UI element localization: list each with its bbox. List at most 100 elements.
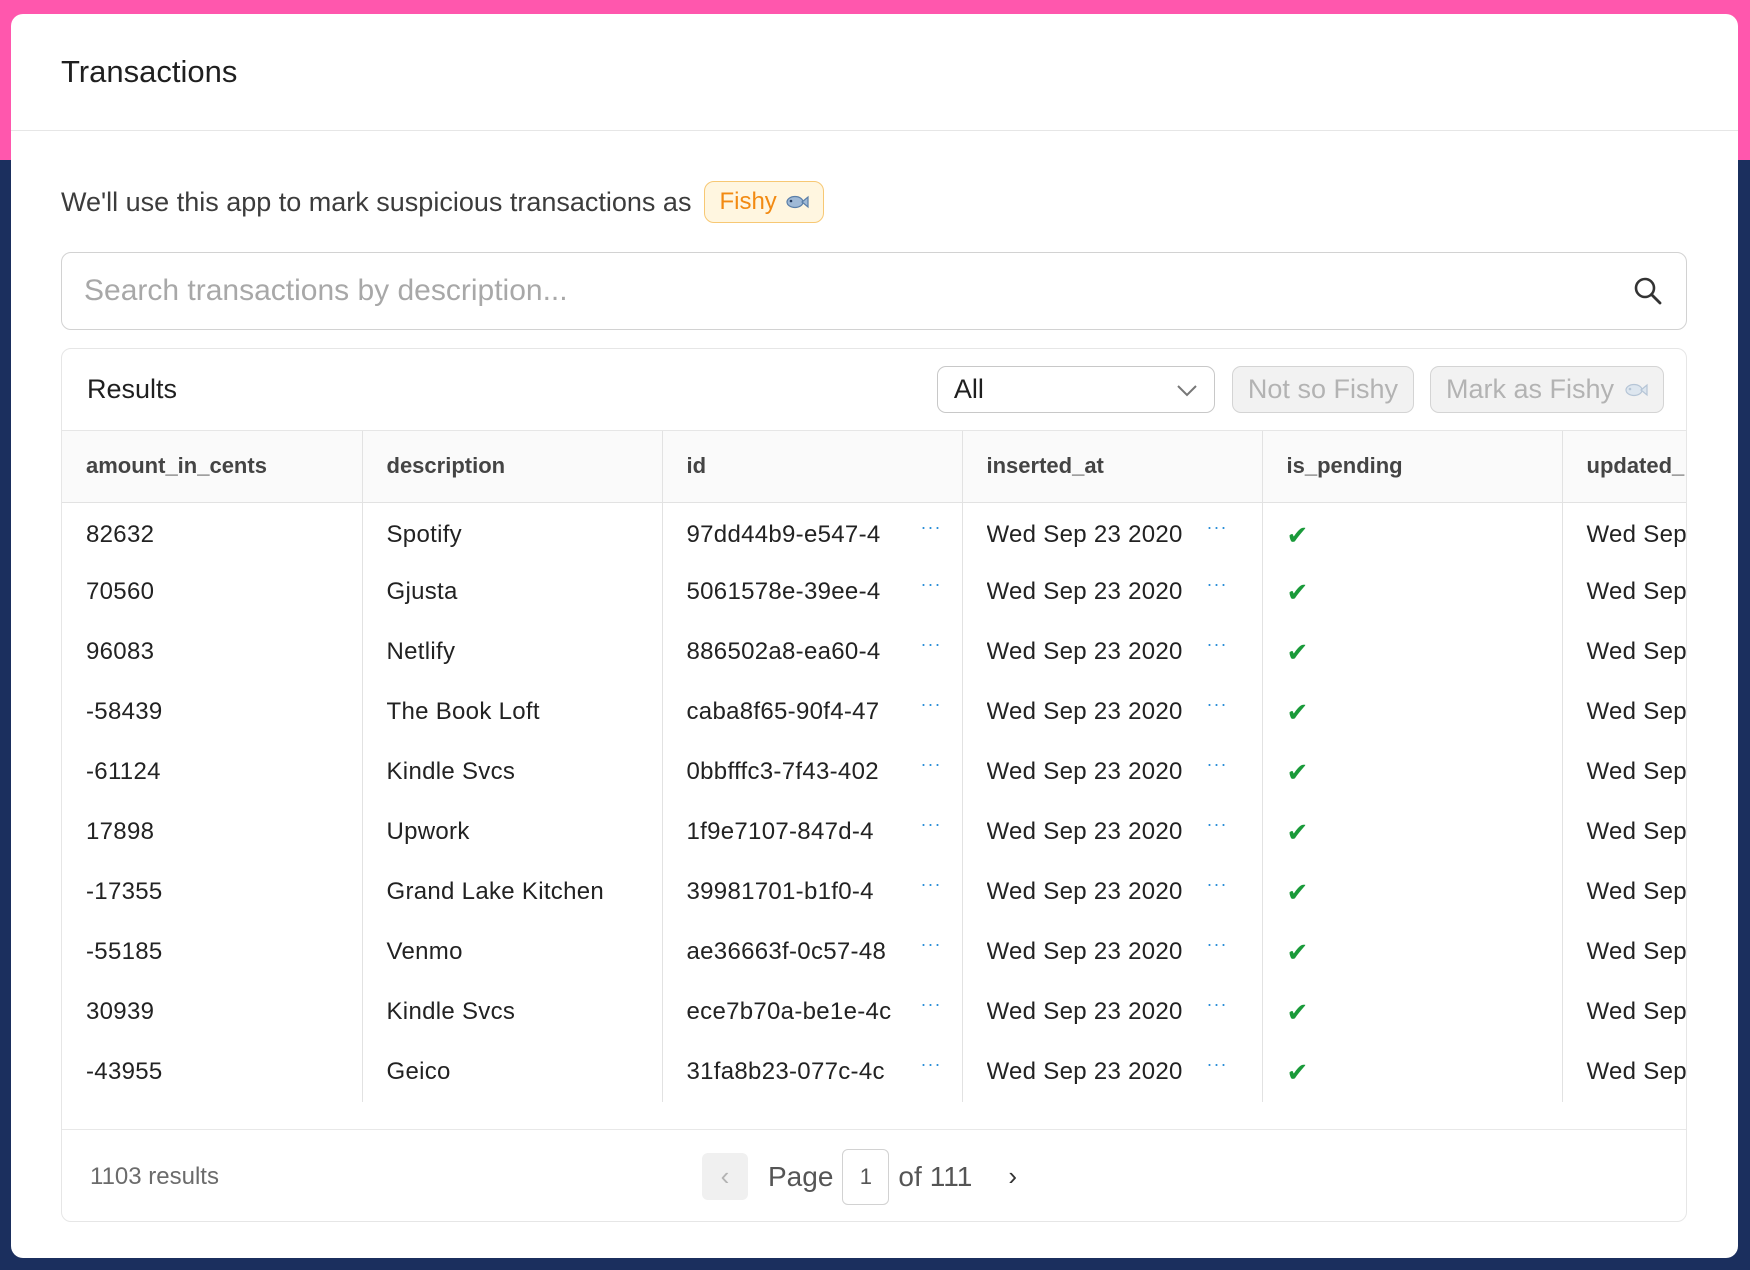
cell-amount: -61124 — [62, 742, 363, 802]
more-horizontal-icon[interactable]: ··· — [921, 694, 942, 715]
cell-inserted-at-value: Wed Sep 23 2020 — [986, 698, 1183, 725]
more-horizontal-icon[interactable]: ··· — [1207, 994, 1228, 1015]
cell-inserted-at: Wed Sep 23 2020 ··· — [962, 502, 1263, 562]
search-icon[interactable] — [1632, 275, 1664, 307]
cell-amount: 17898 — [62, 802, 363, 862]
cell-description: Upwork — [362, 802, 663, 862]
cell-description: Kindle Svcs — [362, 982, 663, 1042]
page-of-label: of — [898, 1160, 922, 1192]
column-header-description[interactable]: description — [362, 431, 663, 503]
column-header-amount[interactable]: amount_in_cents — [62, 431, 363, 503]
cell-id: 1f9e7107-847d-4 ··· — [662, 802, 963, 862]
search-input[interactable] — [84, 274, 1632, 308]
more-horizontal-icon[interactable]: ··· — [921, 517, 942, 538]
check-icon: ✔ — [1286, 636, 1309, 667]
cell-is-pending: ✔ — [1262, 802, 1563, 862]
cell-inserted-at-value: Wed Sep 23 2020 — [986, 578, 1183, 605]
chevron-down-icon — [1177, 384, 1197, 396]
cell-id: 0bbfffc3-7f43-402 ··· — [662, 742, 963, 802]
cell-description: Venmo — [362, 922, 663, 982]
more-horizontal-icon[interactable]: ··· — [1207, 754, 1228, 775]
fishy-badge-label: Fishy — [719, 188, 777, 215]
cell-amount: 30939 — [62, 982, 363, 1042]
table-row[interactable]: -17355 Grand Lake Kitchen 39981701-b1f0-4 ·… — [62, 862, 1686, 922]
cell-description: Spotify — [362, 502, 663, 562]
total-pages: 111 — [929, 1160, 973, 1192]
cell-inserted-at: Wed Sep 23 2020 ··· — [962, 1042, 1263, 1102]
cell-inserted-at: Wed Sep 23 2020 ··· — [962, 742, 1263, 802]
table-row[interactable]: -55185 Venmo ae36663f-0c57-48 ··· Wed Sep 23… — [62, 922, 1686, 982]
not-so-fishy-button[interactable]: Not so Fishy — [1231, 366, 1414, 413]
more-horizontal-icon[interactable]: ··· — [1207, 694, 1228, 715]
cell-is-pending: ✔ — [1262, 982, 1563, 1042]
page-label: Page — [768, 1160, 834, 1192]
status-filter-value: All — [953, 374, 984, 404]
table-row[interactable]: -61124 Kindle Svcs 0bbfffc3-7f43-402 ··· Wed… — [62, 742, 1686, 802]
more-horizontal-icon[interactable]: ··· — [921, 574, 942, 595]
cell-id-value: ae36663f-0c57-48 — [686, 938, 887, 965]
cell-description: Kindle Svcs — [362, 742, 663, 802]
cell-updated-at: Wed Sep — [1586, 698, 1687, 725]
pagination: ‹ Page 1 of 111 › — [702, 1148, 1017, 1205]
status-filter-select[interactable]: All — [936, 366, 1215, 413]
more-horizontal-icon[interactable]: ··· — [921, 634, 942, 655]
more-horizontal-icon[interactable]: ··· — [921, 1054, 942, 1075]
more-horizontal-icon[interactable]: ··· — [1207, 934, 1228, 955]
cell-inserted-at-value: Wed Sep 23 2020 — [986, 878, 1183, 905]
more-horizontal-icon[interactable]: ··· — [921, 934, 942, 955]
cell-is-pending: ✔ — [1262, 1042, 1563, 1102]
table-row[interactable]: 96083 Netlify 886502a8-ea60-4 ··· Wed Sep 23… — [62, 622, 1686, 682]
cell-id-value: 31fa8b23-077c-4c — [686, 1058, 885, 1085]
more-horizontal-icon[interactable]: ··· — [921, 874, 942, 895]
table-row[interactable]: 70560 Gjusta 5061578e-39ee-4 ··· Wed Sep 23 … — [62, 562, 1686, 622]
table-row[interactable]: -43955 Geico 31fa8b23-077c-4c ··· Wed Sep 23… — [62, 1042, 1686, 1102]
more-horizontal-icon[interactable]: ··· — [921, 994, 942, 1015]
cell-id: 39981701-b1f0-4 ··· — [662, 862, 963, 922]
cell-id: 886502a8-ea60-4 ··· — [662, 622, 963, 682]
column-header-inserted-at[interactable]: inserted_at — [962, 431, 1263, 503]
column-header-id[interactable]: id — [662, 431, 963, 503]
page-number-input[interactable]: 1 — [842, 1148, 890, 1205]
cell-updated-at: Wed Sep — [1586, 818, 1687, 845]
cell-id-value: 1f9e7107-847d-4 — [686, 818, 874, 845]
cell-description: The Book Loft — [362, 682, 663, 742]
more-horizontal-icon[interactable]: ··· — [1207, 874, 1228, 895]
more-horizontal-icon[interactable]: ··· — [1207, 814, 1228, 835]
previous-page-button[interactable]: ‹ — [702, 1153, 748, 1200]
cell-is-pending: ✔ — [1262, 562, 1563, 622]
cell-inserted-at: Wed Sep 23 2020 ··· — [962, 922, 1263, 982]
more-horizontal-icon[interactable]: ··· — [1207, 634, 1228, 655]
cell-id: 5061578e-39ee-4 ··· — [662, 562, 963, 622]
cell-inserted-at-value: Wed Sep 23 2020 — [986, 938, 1183, 965]
cell-id: 97dd44b9-e547-4 ··· — [662, 502, 963, 562]
cell-updated-at: Wed Sep — [1586, 998, 1687, 1025]
table-row[interactable]: 82632 Spotify 97dd44b9-e547-4 ··· Wed Sep 23… — [62, 502, 1686, 562]
cell-id-value: 5061578e-39ee-4 — [686, 578, 881, 605]
more-horizontal-icon[interactable]: ··· — [921, 754, 942, 775]
cell-id: ece7b70a-be1e-4c ··· — [662, 982, 963, 1042]
cell-id-value: ece7b70a-be1e-4c — [686, 998, 892, 1025]
cell-updated-at: Wed Sep — [1586, 878, 1687, 905]
mark-as-fishy-button[interactable]: Mark as Fishy — [1429, 366, 1664, 413]
cell-id-value: 886502a8-ea60-4 — [686, 638, 881, 665]
cell-updated-at: Wed Sep — [1586, 938, 1687, 965]
cell-inserted-at: Wed Sep 23 2020 ··· — [962, 982, 1263, 1042]
cell-updated-at: Wed Sep — [1586, 521, 1687, 549]
more-horizontal-icon[interactable]: ··· — [1207, 517, 1228, 538]
table-row[interactable]: 30939 Kindle Svcs ece7b70a-be1e-4c ··· Wed S… — [62, 982, 1686, 1042]
more-horizontal-icon[interactable]: ··· — [1207, 1054, 1228, 1075]
cell-inserted-at: Wed Sep 23 2020 ··· — [962, 622, 1263, 682]
next-page-button[interactable]: › — [1008, 1161, 1017, 1192]
table-body: 82632 Spotify 97dd44b9-e547-4 ··· Wed Sep 23… — [62, 502, 1686, 1102]
cell-description: Grand Lake Kitchen — [362, 862, 663, 922]
table-row[interactable]: -58439 The Book Loft caba8f65-90f4-47 ··· We… — [62, 682, 1686, 742]
more-horizontal-icon[interactable]: ··· — [1207, 574, 1228, 595]
check-icon: ✔ — [1286, 756, 1309, 787]
cell-amount: 70560 — [62, 562, 363, 622]
table-row[interactable]: 17898 Upwork 1f9e7107-847d-4 ··· Wed Sep 23 … — [62, 802, 1686, 862]
column-header-updated-at[interactable]: updated_ — [1562, 431, 1686, 503]
mark-as-fishy-label: Mark as Fishy — [1445, 374, 1614, 404]
column-header-is-pending[interactable]: is_pending — [1262, 431, 1563, 503]
cell-id-value: 39981701-b1f0-4 — [686, 878, 874, 905]
more-horizontal-icon[interactable]: ··· — [921, 814, 942, 835]
